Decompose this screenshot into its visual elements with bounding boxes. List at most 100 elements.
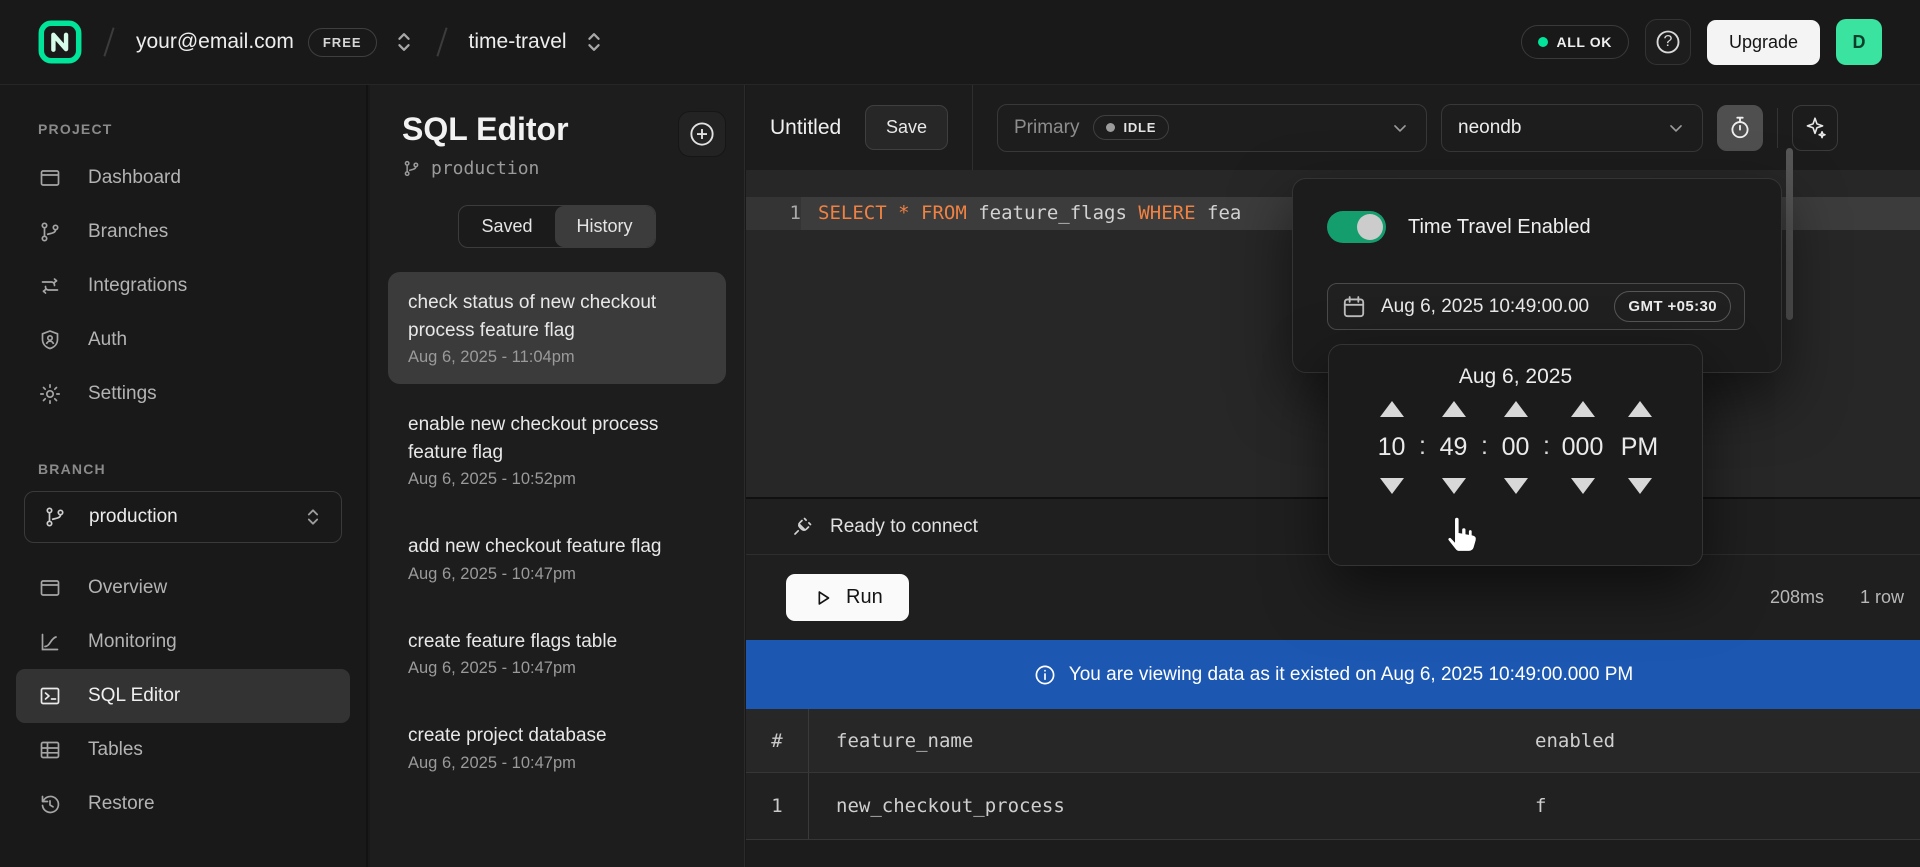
info-icon xyxy=(1033,663,1057,687)
sidebar-item-branches[interactable]: Branches xyxy=(16,205,350,259)
results-header-row: # feature_name enabled xyxy=(746,709,1920,773)
sidebar-item-restore[interactable]: Restore xyxy=(16,777,350,831)
sidebar-item-tables[interactable]: Tables xyxy=(16,723,350,777)
results-footer-area xyxy=(746,840,1920,867)
meridiem-decrement-button[interactable] xyxy=(1628,478,1652,494)
col-header-index: # xyxy=(746,709,809,772)
query-tab[interactable]: Untitled Save xyxy=(746,85,973,170)
toggle-knob xyxy=(1357,214,1383,240)
plan-badge: FREE xyxy=(308,28,377,57)
hours-decrement-button[interactable] xyxy=(1380,478,1404,494)
branch-icon xyxy=(402,159,421,178)
branch-selector[interactable]: production xyxy=(24,491,342,543)
sidebar-project-heading: PROJECT xyxy=(38,121,350,137)
calendar-icon xyxy=(1341,294,1367,320)
play-icon xyxy=(812,587,834,609)
history-item[interactable]: create feature flags table Aug 6, 2025 -… xyxy=(388,611,726,696)
sidebar-item-label: Settings xyxy=(88,383,157,405)
sidebar-item-overview[interactable]: Overview xyxy=(16,561,350,615)
sidebar: PROJECT Dashboard Branches Integrations … xyxy=(0,85,368,867)
millis-decrement-button[interactable] xyxy=(1571,478,1595,494)
project-switcher-button[interactable] xyxy=(583,29,605,55)
upgrade-button[interactable]: Upgrade xyxy=(1707,20,1820,65)
tab-history[interactable]: History xyxy=(555,206,655,247)
settings-gear-icon xyxy=(38,382,62,406)
history-item-time: Aug 6, 2025 - 11:04pm xyxy=(408,348,706,367)
history-item-title: enable new checkout process feature flag xyxy=(408,411,706,466)
meridiem-value: PM xyxy=(1621,433,1659,462)
history-item[interactable]: check status of new checkout process fea… xyxy=(388,272,726,384)
neon-logo-icon[interactable] xyxy=(38,20,82,64)
help-button[interactable]: ? xyxy=(1645,19,1691,65)
plus-circle-icon xyxy=(687,119,717,149)
chevron-down-icon xyxy=(1666,118,1686,138)
ai-assist-button[interactable] xyxy=(1792,105,1838,151)
history-item[interactable]: add new checkout feature flag Aug 6, 202… xyxy=(388,516,726,601)
datetime-input[interactable]: Aug 6, 2025 10:49:00.000 GMT +05:30 xyxy=(1327,283,1745,330)
save-button[interactable]: Save xyxy=(865,105,948,150)
seconds-value: 00 xyxy=(1502,433,1530,462)
minutes-increment-button[interactable] xyxy=(1442,401,1466,417)
sidebar-branch-heading: BRANCH xyxy=(38,461,350,477)
meridiem-increment-button[interactable] xyxy=(1628,401,1652,417)
cell-enabled: f xyxy=(1525,795,1920,817)
sidebar-item-label: Dashboard xyxy=(88,167,181,189)
history-item-time: Aug 6, 2025 - 10:47pm xyxy=(408,659,706,678)
breadcrumb-project[interactable]: time-travel xyxy=(469,30,567,54)
sql-editor-panel: SQL Editor production Saved History chec… xyxy=(370,85,745,867)
seconds-decrement-button[interactable] xyxy=(1504,478,1528,494)
sidebar-item-monitoring[interactable]: Monitoring xyxy=(16,615,350,669)
time-travel-button[interactable] xyxy=(1717,105,1763,151)
sidebar-item-integrations[interactable]: Integrations xyxy=(16,259,350,313)
editor-toolbar: Untitled Save Primary IDLE neondb xyxy=(746,85,1920,170)
tab-saved[interactable]: Saved xyxy=(459,206,554,247)
history-item-title: add new checkout feature flag xyxy=(408,533,706,561)
editor-scrollbar[interactable] xyxy=(1786,148,1793,320)
status-label: ALL OK xyxy=(1557,34,1612,50)
millis-value: 000 xyxy=(1562,433,1604,462)
time-separator: : xyxy=(1539,432,1555,463)
account-switcher-button[interactable] xyxy=(393,29,415,55)
sidebar-item-dashboard[interactable]: Dashboard xyxy=(16,151,350,205)
time-travel-banner: You are viewing data as it existed on Au… xyxy=(746,640,1920,709)
history-item[interactable]: create project database Aug 6, 2025 - 10… xyxy=(388,705,726,790)
new-query-button[interactable] xyxy=(678,111,726,157)
compute-select[interactable]: Primary IDLE xyxy=(997,104,1427,152)
run-label: Run xyxy=(846,586,883,609)
hours-increment-button[interactable] xyxy=(1380,401,1404,417)
time-spinner: 10 : 49 : 00 : 000 PM xyxy=(1369,401,1663,494)
breadcrumb-account[interactable]: your@email.com xyxy=(136,30,294,54)
avatar[interactable]: D xyxy=(1836,19,1882,65)
time-travel-toggle[interactable] xyxy=(1327,211,1386,243)
overview-icon xyxy=(38,576,62,600)
system-status-badge[interactable]: ALL OK xyxy=(1521,25,1629,59)
table-row[interactable]: 1 new_checkout_process f xyxy=(746,773,1920,840)
minutes-decrement-button[interactable] xyxy=(1442,478,1466,494)
branch-icon xyxy=(38,220,62,244)
sidebar-item-label: Overview xyxy=(88,577,167,599)
sidebar-item-sql-editor[interactable]: SQL Editor xyxy=(16,669,350,723)
results-table: # feature_name enabled 1 new_checkout_pr… xyxy=(746,709,1920,840)
restore-history-icon xyxy=(38,792,62,816)
history-item[interactable]: enable new checkout process feature flag… xyxy=(388,394,726,506)
sidebar-item-label: Auth xyxy=(88,329,127,351)
query-duration: 208ms xyxy=(1770,587,1824,608)
history-item-title: create project database xyxy=(408,722,706,750)
database-select[interactable]: neondb xyxy=(1441,104,1703,152)
query-meta: 208ms 1 row xyxy=(1770,587,1904,608)
col-header-enabled: enabled xyxy=(1525,730,1920,752)
sidebar-item-auth[interactable]: Auth xyxy=(16,313,350,367)
sidebar-item-settings[interactable]: Settings xyxy=(16,367,350,421)
seconds-increment-button[interactable] xyxy=(1504,401,1528,417)
millis-increment-button[interactable] xyxy=(1571,401,1595,417)
run-button[interactable]: Run xyxy=(786,574,909,621)
millis-spinner: 000 xyxy=(1555,401,1611,494)
chevron-updown-icon xyxy=(303,505,323,529)
compute-status-badge: IDLE xyxy=(1093,115,1169,140)
panel-branch-label: production xyxy=(431,158,539,179)
app-root: your@email.com FREE time-travel ALL OK ?… xyxy=(0,0,1920,867)
col-header-feature-name: feature_name xyxy=(809,730,1525,752)
breadcrumb-separator xyxy=(103,27,114,56)
integrations-icon xyxy=(38,274,62,298)
timezone-badge: GMT +05:30 xyxy=(1614,291,1731,322)
